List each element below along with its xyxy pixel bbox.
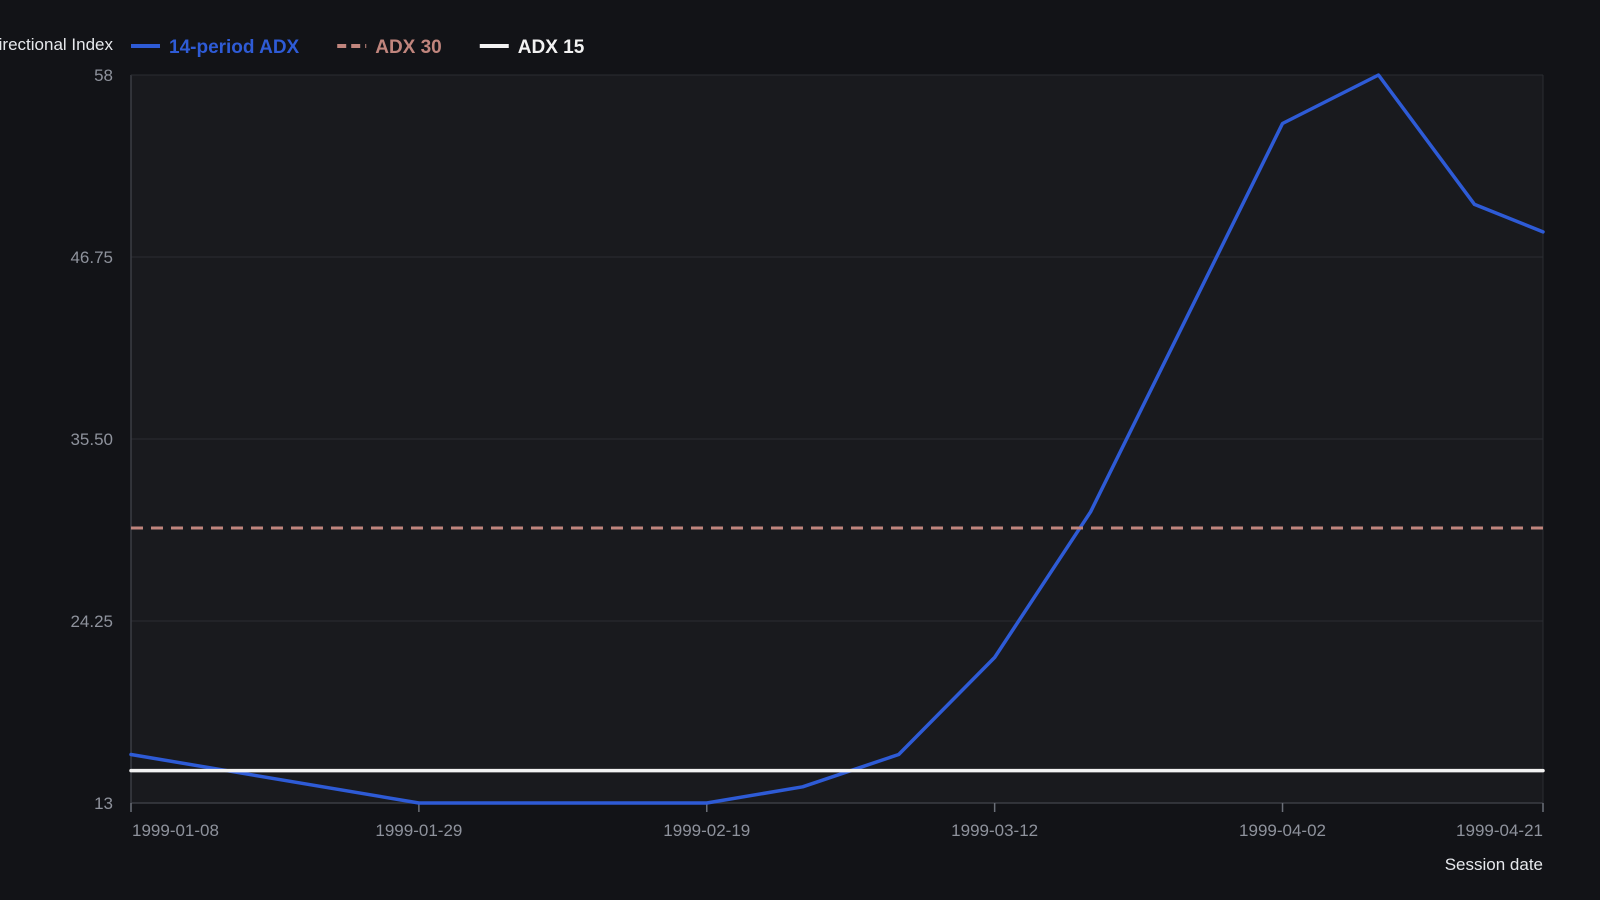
chart-root: 13 24.25 35.50 46.75 58 1999-01-08 1999-01-29 1… [0, 0, 1600, 900]
y-tick-label: 46.75 [70, 248, 113, 267]
adx-line-chart: 13 24.25 35.50 46.75 58 1999-01-08 1999-01-29 1… [0, 0, 1600, 900]
x-tick-label: 1999-03-12 [951, 821, 1038, 840]
x-tick-label: 1999-02-19 [663, 821, 750, 840]
legend-label: 14-period ADX [169, 37, 300, 58]
x-axis-title: Session date [1445, 855, 1543, 874]
x-tick-label: 1999-01-29 [375, 821, 462, 840]
y-tick-label: 58 [94, 66, 113, 85]
x-tick-label: 1999-04-02 [1239, 821, 1326, 840]
x-tick-label: 1999-04-21 [1456, 821, 1543, 840]
x-tick-label: 1999-01-08 [132, 821, 219, 840]
y-tick-label: 24.25 [70, 612, 113, 631]
y-axis-title: Average Directional Index [0, 35, 113, 54]
y-tick-label: 35.50 [70, 430, 113, 449]
legend-label: ADX 30 [375, 37, 442, 58]
legend-label: ADX 15 [518, 37, 585, 58]
y-tick-label: 13 [94, 794, 113, 813]
